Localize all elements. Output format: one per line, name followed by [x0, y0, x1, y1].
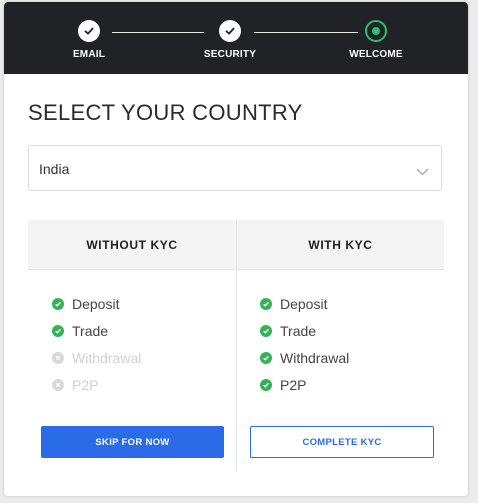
step-label: EMAIL: [72, 49, 106, 60]
feature-item: Trade: [52, 317, 141, 344]
x-circle-icon: [52, 351, 64, 364]
country-select-value: India: [39, 161, 70, 177]
x-circle-icon: [52, 378, 64, 391]
check-circle-icon: [260, 378, 272, 391]
check-circle-icon: [260, 351, 272, 364]
feature-label: Withdrawal: [72, 349, 142, 366]
feature-item: P2P: [260, 371, 349, 398]
check-circle-icon: [52, 324, 64, 337]
feature-item: Trade: [260, 317, 349, 344]
kyc-comparison: WITHOUT KYC Deposit Trade Withdrawal P2P: [28, 220, 444, 472]
feature-label: Deposit: [72, 295, 120, 312]
feature-item: P2P: [52, 371, 141, 398]
feature-item: Withdrawal: [260, 344, 349, 371]
check-icon: [78, 20, 100, 42]
feature-label: Withdrawal: [280, 349, 350, 366]
without-kyc-heading: WITHOUT KYC: [28, 220, 236, 270]
feature-label: Trade: [280, 322, 317, 339]
feature-list: Deposit Trade Withdrawal P2P: [260, 290, 349, 398]
complete-kyc-button[interactable]: COMPLETE KYC: [250, 426, 434, 458]
feature-item: Deposit: [260, 290, 349, 317]
step-security: SECURITY: [175, 20, 285, 60]
feature-item: Withdrawal: [52, 344, 141, 371]
progress-stepper: EMAIL SECURITY WELCOME: [4, 2, 468, 74]
current-step-icon: [365, 20, 387, 42]
check-circle-icon: [52, 297, 64, 310]
feature-label: Deposit: [280, 295, 328, 312]
without-kyc-column: WITHOUT KYC Deposit Trade Withdrawal P2P: [28, 220, 236, 472]
step-email: EMAIL: [34, 20, 144, 60]
feature-label: P2P: [72, 376, 99, 393]
check-circle-icon: [260, 297, 272, 310]
skip-for-now-button[interactable]: SKIP FOR NOW: [41, 426, 224, 458]
check-icon: [219, 20, 241, 42]
check-circle-icon: [260, 324, 272, 337]
onboarding-card: EMAIL SECURITY WELCOME SELECT YOUR COUNT…: [4, 2, 468, 496]
step-welcome: WELCOME: [321, 20, 431, 60]
chevron-down-icon: [416, 163, 429, 181]
country-select[interactable]: India: [28, 145, 442, 191]
feature-label: Trade: [72, 322, 109, 339]
step-label: SECURITY: [203, 49, 257, 60]
feature-label: P2P: [280, 376, 307, 393]
step-label: WELCOME: [349, 49, 403, 60]
feature-item: Deposit: [52, 290, 141, 317]
page-title: SELECT YOUR COUNTRY: [28, 100, 303, 125]
with-kyc-column: WITH KYC Deposit Trade Withdrawal P2P CO…: [236, 220, 444, 472]
with-kyc-heading: WITH KYC: [237, 220, 444, 270]
feature-list: Deposit Trade Withdrawal P2P: [52, 290, 141, 398]
